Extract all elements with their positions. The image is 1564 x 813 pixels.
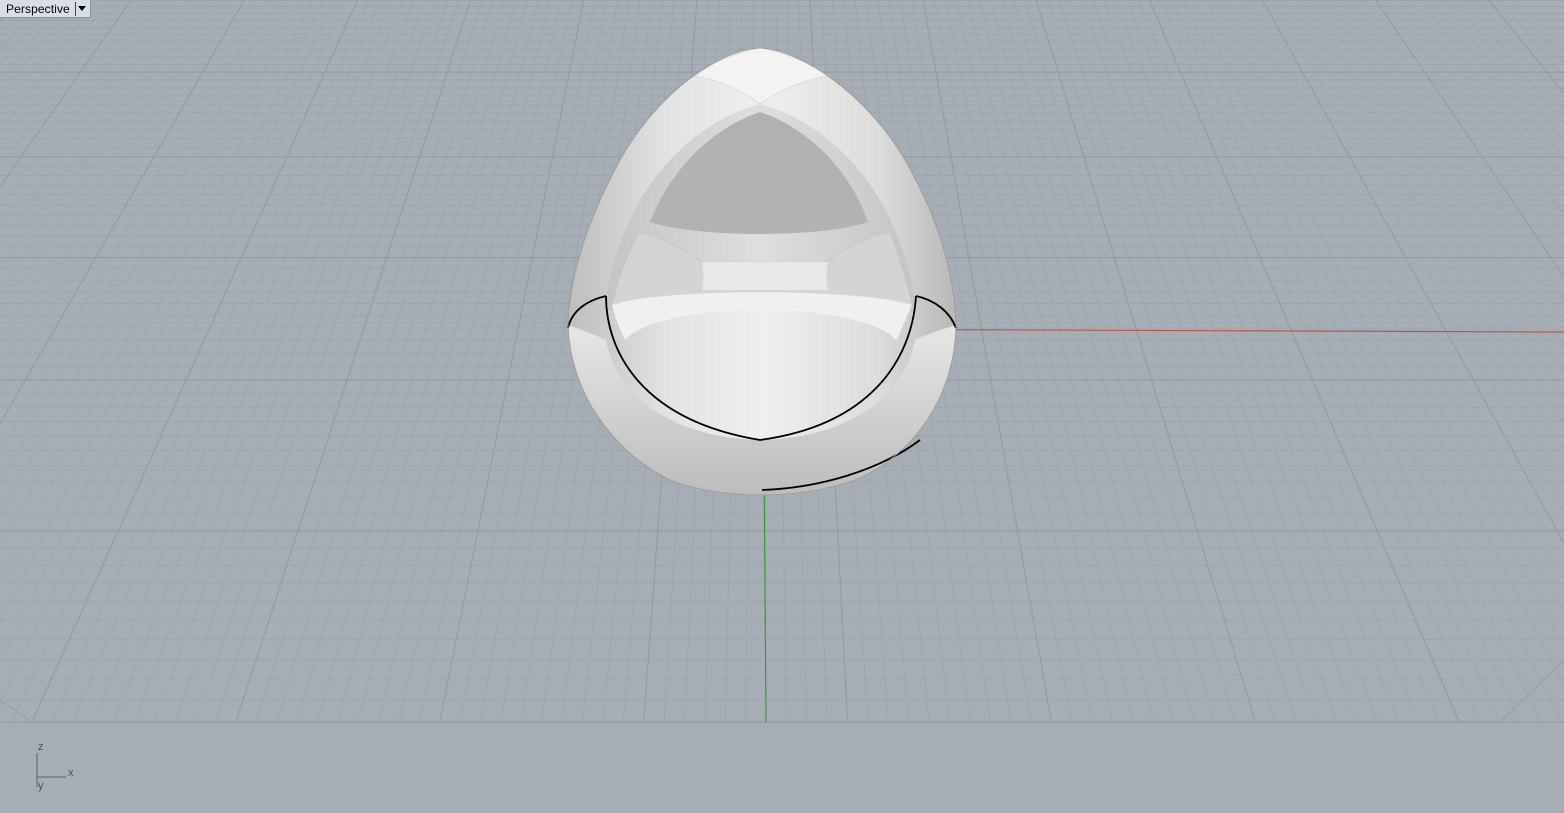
grid-line [1409,0,1564,216]
grid-line [1284,0,1564,482]
grid-line [1216,0,1564,688]
grid-line [0,0,53,67]
grid-line [968,0,1134,723]
grid-line [1058,0,1297,723]
grid-line [1364,0,1564,300]
grid-line [296,0,505,723]
grid-line [337,0,528,723]
grid-line [0,0,75,98]
grid-line [1160,0,1480,723]
grid-line [0,0,222,370]
grid-line [11,0,347,723]
grid-line [378,0,551,723]
grid-line [0,0,188,295]
grid-line [1465,0,1564,126]
grid-line [1024,0,1236,723]
axis-widget-y-label: y [38,780,44,792]
grid-line [0,0,336,705]
grid-line [0,0,245,425]
ring-inner-plate [702,262,828,290]
grid-line [0,0,109,150]
grid-line [1092,0,1358,723]
grid-line [945,0,1093,723]
grid-line [0,0,290,551]
grid-line [956,0,1113,723]
grid-line [1171,0,1501,723]
grid-line [235,0,471,723]
grid-line [1420,0,1564,197]
grid-line [1205,0,1562,723]
grid-line [1035,0,1256,723]
grid-line [72,0,381,723]
axis-widget-x-label: x [68,767,74,779]
grid-line [1454,0,1564,143]
grid-line [1069,0,1317,723]
grid-line [0,0,121,169]
grid-line [1194,0,1542,723]
grid-line [0,699,33,723]
grid-line [1182,0,1521,723]
grid-line [1352,0,1564,323]
chevron-down-icon[interactable] [76,1,88,17]
grid-line [1499,659,1564,723]
grid-line [0,0,98,132]
grid-line [0,0,19,23]
grid-line [215,0,460,723]
grid-line [0,0,268,485]
grid-line [174,0,437,723]
grid-line [1148,0,1460,723]
grid-line [439,0,585,723]
grid-line [0,0,155,228]
grid-line [0,0,177,272]
grid-line [92,0,392,723]
grid-line [1386,0,1564,257]
grid-line [0,0,302,587]
grid-line [1047,0,1277,723]
grid-line [1499,0,1564,79]
grid-line [0,0,166,249]
ring-model[interactable] [567,47,957,496]
grid-line [1250,0,1564,578]
grid-line [1081,0,1338,723]
grid-line [990,0,1175,723]
grid-line [419,0,573,723]
grid-line [1115,0,1399,723]
perspective-viewport[interactable]: Perspective z x y [0,0,1564,813]
grid-line [0,0,313,624]
grid-line [0,0,64,82]
grid-line [1137,0,1440,723]
grid-line [934,0,1073,723]
grid-line [317,0,517,723]
grid-line [1228,0,1564,650]
grid-line [1013,0,1215,723]
viewport-scene[interactable] [0,0,1564,813]
grid-line [1126,0,1419,723]
grid-line [0,0,143,208]
grid-line [0,0,234,397]
grid-line [0,0,279,518]
grid-line [979,0,1154,723]
grid-line [398,0,562,723]
viewport-title-tab[interactable]: Perspective [0,0,91,18]
viewport-title[interactable]: Perspective [6,1,76,16]
grid-line [1397,0,1564,236]
grid-line [1431,0,1564,178]
grid-line [0,0,324,663]
axis-widget-z-label: z [38,741,44,753]
grid-line [133,0,415,723]
grid-line [1103,0,1378,723]
grid-line [1001,0,1195,723]
grid-line [0,0,256,454]
grid-line [0,0,132,188]
